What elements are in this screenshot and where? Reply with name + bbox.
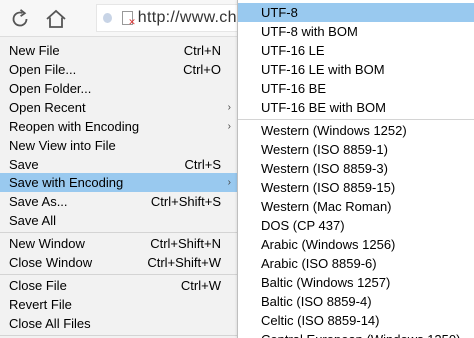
insecure-page-icon[interactable]: ✕ [121, 11, 136, 27]
menu-item-label: Open Recent [9, 100, 86, 115]
menu-item-shortcut: Ctrl+Shift+W [147, 255, 221, 270]
encoding-item-baltic-8859-4[interactable]: Baltic (ISO 8859-4) [238, 292, 474, 311]
encoding-item-label: UTF-16 BE [261, 81, 327, 96]
shield-icon [103, 13, 112, 23]
encoding-item-label: UTF-8 [261, 5, 298, 20]
home-icon[interactable] [43, 6, 69, 32]
encoding-item-label: Arabic (ISO 8859-6) [261, 256, 377, 271]
menu-divider [0, 232, 237, 233]
menu-item-save[interactable]: Save Ctrl+S [0, 155, 237, 174]
menu-item-label: Reopen with Encoding [9, 119, 140, 134]
submenu-arrow-icon: › [227, 121, 231, 132]
menu-item-close-window[interactable]: Close Window Ctrl+Shift+W [0, 253, 237, 272]
encoding-item-label: Central European (Windows 1250) [261, 330, 460, 338]
encoding-item-baltic-1257[interactable]: Baltic (Windows 1257) [238, 273, 474, 292]
encoding-item-label: Western (ISO 8859-15) [261, 180, 396, 195]
encoding-item-label: UTF-16 LE with BOM [261, 62, 385, 77]
menu-item-new-view-into-file[interactable]: New View into File [0, 136, 237, 155]
menu-item-shortcut: Ctrl+O [183, 62, 221, 77]
menu-item-new-window[interactable]: New Window Ctrl+Shift+N [0, 234, 237, 253]
menu-item-label: Close File [9, 278, 67, 293]
encoding-item-western-1252[interactable]: Western (Windows 1252) [238, 121, 474, 140]
address-bar[interactable]: ✕ http://www.cho [96, 4, 246, 32]
menu-item-label: New Window [9, 236, 85, 251]
encoding-item-arabic-8859-6[interactable]: Arabic (ISO 8859-6) [238, 254, 474, 273]
encoding-item-western-8859-1[interactable]: Western (ISO 8859-1) [238, 140, 474, 159]
encoding-item-label: UTF-16 LE [261, 43, 325, 58]
encoding-item-label: Baltic (ISO 8859-4) [261, 294, 372, 309]
encoding-item-label: Western (ISO 8859-3) [261, 161, 388, 176]
menu-item-label: New File [9, 43, 60, 58]
encoding-item-label: Baltic (Windows 1257) [261, 275, 391, 290]
encoding-item-celtic-8859-14[interactable]: Celtic (ISO 8859-14) [238, 311, 474, 330]
encoding-item-label: Western (Windows 1252) [261, 123, 407, 138]
encoding-item-label: Celtic (ISO 8859-14) [261, 313, 380, 328]
encoding-item-utf-16-le-bom[interactable]: UTF-16 LE with BOM [238, 60, 474, 79]
encoding-item-label: Arabic (Windows 1256) [261, 237, 396, 252]
menu-item-revert-file[interactable]: Revert File [0, 295, 237, 314]
encoding-item-utf-16-le[interactable]: UTF-16 LE [238, 41, 474, 60]
encoding-item-dos-cp437[interactable]: DOS (CP 437) [238, 216, 474, 235]
menu-item-save-as[interactable]: Save As... Ctrl+Shift+S [0, 192, 237, 211]
encoding-item-label: UTF-8 with BOM [261, 24, 358, 39]
menu-item-label: Open File... [9, 62, 77, 77]
menu-item-label: Open Folder... [9, 81, 92, 96]
encoding-submenu: UTF-8 UTF-8 with BOM UTF-16 LE UTF-16 LE… [237, 0, 474, 338]
menu-item-open-recent[interactable]: Open Recent › [0, 98, 237, 117]
menu-item-shortcut: Ctrl+N [183, 43, 221, 58]
menu-item-label: Revert File [9, 297, 72, 312]
menu-item-label: Save All [9, 213, 56, 228]
menu-item-shortcut: Ctrl+S [184, 157, 221, 172]
encoding-item-label: Western (Mac Roman) [261, 199, 392, 214]
menu-item-save-with-encoding[interactable]: Save with Encoding › [0, 173, 237, 192]
menu-item-close-all-files[interactable]: Close All Files [0, 314, 237, 333]
encoding-item-utf-16-be-bom[interactable]: UTF-16 BE with BOM [238, 98, 474, 117]
menu-item-open-folder[interactable]: Open Folder... [0, 79, 237, 98]
menu-item-open-file[interactable]: Open File... Ctrl+O [0, 60, 237, 79]
menu-item-label: Save with Encoding [9, 175, 124, 190]
submenu-divider [238, 119, 474, 120]
encoding-item-utf-16-be[interactable]: UTF-16 BE [238, 79, 474, 98]
encoding-item-arabic-1256[interactable]: Arabic (Windows 1256) [238, 235, 474, 254]
encoding-item-central-european-1250[interactable]: Central European (Windows 1250) [238, 330, 474, 338]
menu-item-label: Save [9, 157, 39, 172]
encoding-item-western-8859-15[interactable]: Western (ISO 8859-15) [238, 178, 474, 197]
encoding-item-western-mac-roman[interactable]: Western (Mac Roman) [238, 197, 474, 216]
encoding-item-label: UTF-16 BE with BOM [261, 100, 386, 115]
encoding-item-label: Western (ISO 8859-1) [261, 142, 388, 157]
menu-item-shortcut: Ctrl+Shift+N [150, 236, 221, 251]
encoding-item-utf-8[interactable]: UTF-8 [238, 3, 474, 22]
menu-item-save-all[interactable]: Save All [0, 211, 237, 230]
encoding-item-utf-8-bom[interactable]: UTF-8 with BOM [238, 22, 474, 41]
address-text: http://www.cho [137, 9, 246, 26]
menu-item-label: Close All Files [9, 316, 91, 331]
menu-item-close-file[interactable]: Close File Ctrl+W [0, 276, 237, 295]
menu-item-shortcut: Ctrl+Shift+S [150, 194, 221, 209]
encoding-item-western-8859-3[interactable]: Western (ISO 8859-3) [238, 159, 474, 178]
menu-divider [0, 274, 237, 275]
submenu-arrow-icon: › [227, 102, 231, 113]
file-menu: New File Ctrl+N Open File... Ctrl+O Open F… [0, 36, 237, 338]
menu-item-label: Close Window [9, 255, 93, 270]
reload-icon[interactable] [7, 6, 33, 32]
menu-item-shortcut: Ctrl+W [180, 278, 221, 293]
submenu-arrow-icon: › [227, 177, 231, 188]
menu-divider [0, 335, 237, 336]
menu-item-reopen-with-encoding[interactable]: Reopen with Encoding › [0, 117, 237, 136]
menu-item-label: New View into File [9, 138, 116, 153]
menu-item-new-file[interactable]: New File Ctrl+N [0, 41, 237, 60]
encoding-item-label: DOS (CP 437) [261, 218, 345, 233]
menu-item-label: Save As... [9, 194, 68, 209]
